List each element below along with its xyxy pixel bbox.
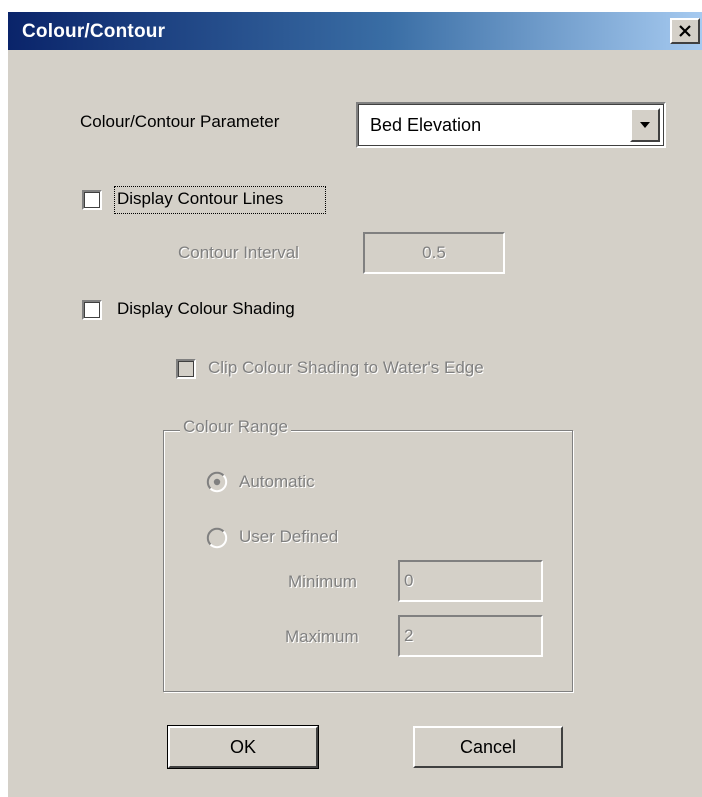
colour-range-legend: Colour Range — [180, 417, 291, 437]
window-title: Colour/Contour — [22, 21, 166, 42]
radio-unselected-icon — [206, 527, 228, 549]
contour-interval-field[interactable]: 0.5 — [363, 232, 505, 274]
maximum-field[interactable]: 2 — [398, 615, 543, 657]
title-bar[interactable]: Colour/Contour — [8, 12, 702, 50]
parameter-label: Colour/Contour Parameter — [80, 112, 280, 131]
clip-shading-checkbox[interactable] — [176, 359, 196, 379]
clip-shading-label[interactable]: Clip Colour Shading to Water's Edge — [208, 358, 484, 378]
ok-button[interactable]: OK — [167, 725, 319, 769]
contour-interval-value: 0.5 — [422, 243, 446, 262]
colour-shading-checkbox[interactable] — [82, 300, 102, 320]
parameter-selected-value: Bed Elevation — [370, 115, 482, 135]
radio-selected-icon — [206, 471, 228, 493]
cancel-button[interactable]: Cancel — [413, 726, 563, 768]
maximum-value: 2 — [404, 626, 414, 645]
minimum-label: Minimum — [288, 572, 357, 591]
user-defined-label[interactable]: User Defined — [239, 527, 338, 547]
contour-lines-checkbox[interactable] — [82, 190, 102, 210]
contour-interval-label: Contour Interval — [178, 243, 299, 262]
parameter-dropdown[interactable]: Bed Elevation — [356, 102, 666, 148]
colour-contour-dialog: Colour/Contour Colour/Contour Parameter … — [6, 10, 702, 797]
automatic-label[interactable]: Automatic — [239, 472, 315, 492]
user-defined-radio[interactable] — [206, 527, 228, 549]
maximum-label: Maximum — [285, 627, 359, 646]
minimum-value: 0 — [404, 571, 414, 590]
close-icon — [678, 25, 692, 37]
automatic-radio[interactable] — [206, 471, 228, 493]
contour-lines-label[interactable]: Display Contour Lines — [117, 189, 283, 209]
close-button[interactable] — [670, 18, 700, 44]
colour-shading-label[interactable]: Display Colour Shading — [117, 299, 295, 319]
chevron-down-icon — [639, 116, 651, 134]
dropdown-arrow-button[interactable] — [630, 108, 660, 142]
minimum-field[interactable]: 0 — [398, 560, 543, 602]
